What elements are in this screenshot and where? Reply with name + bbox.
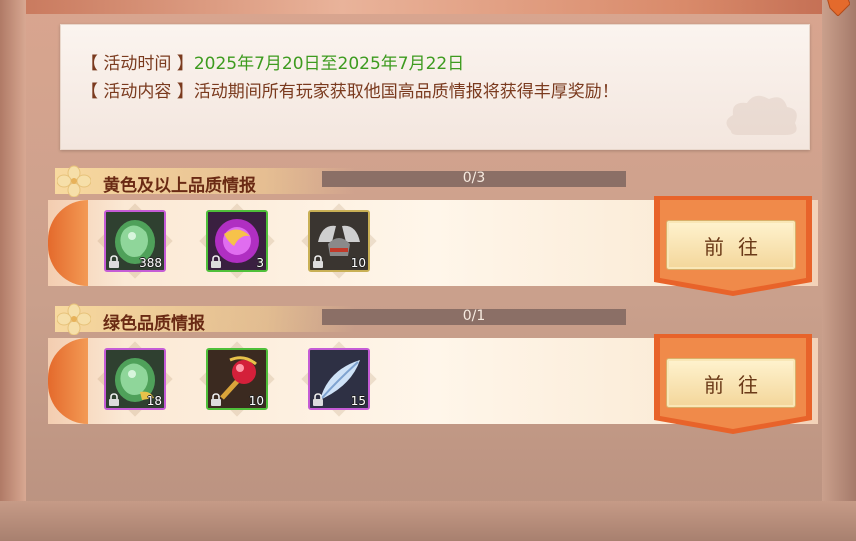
go-button-banner: 前往 [646,196,818,296]
lock-icon [313,255,323,268]
event-time-line: 【 活动时间 】2025年7月20日至2025年7月22日 [81,49,464,74]
section-title-green: 绿色品质情报 [55,303,355,335]
reward-count: 3 [256,256,264,270]
progress-bar: 0/3 [322,170,626,187]
reward-count: 10 [350,256,366,270]
reward-row: 388 3 10 前往 [48,196,818,296]
cloud-decoration-icon [726,95,797,135]
lock-icon [211,393,221,406]
event-content-line: 【 活动内容 】活动期间所有玩家获取他国高品质情报将获得丰厚奖励！ [81,77,619,102]
reward-count: 388 [139,256,162,270]
frame-left [0,0,26,541]
reward-item[interactable]: 15 [301,341,377,417]
section-title-yellow: 黄色及以上品质情报 [55,165,355,197]
progress-bar: 0/1 [322,308,626,325]
go-button[interactable]: 前往 [666,220,796,270]
lock-icon [109,393,119,406]
flower-icon [57,165,91,197]
reward-count: 18 [146,394,162,408]
event-notice-panel: 【 活动时间 】2025年7月20日至2025年7月22日 【 活动内容 】活动… [60,24,810,150]
event-content-value: 活动期间所有玩家获取他国高品质情报将获得丰厚奖励！ [193,82,619,102]
event-time-label: 【 活动时间 】 [81,54,194,74]
reward-count: 10 [248,394,264,408]
event-time-value: 2025年7月20日至2025年7月22日 [193,54,465,74]
frame-bottom [0,501,856,541]
section-title-text: 绿色品质情报 [103,314,205,334]
flower-icon [57,303,91,335]
reward-item[interactable]: 10 [199,341,275,417]
progress-label: 0/3 [462,170,486,186]
reward-row: 18 10 15 前往 [48,334,818,434]
reward-count: 15 [350,394,366,408]
go-button[interactable]: 前往 [666,358,796,408]
reward-item[interactable]: 388 [97,203,173,279]
event-content-label: 【 活动内容 】 [81,82,194,102]
frame-top [0,0,856,14]
reward-item[interactable]: 3 [199,203,275,279]
progress-label: 0/1 [462,308,486,324]
reward-item[interactable]: 18 [97,341,173,417]
frame-right [822,0,856,541]
corner-ornament-icon [827,0,850,16]
lock-icon [313,393,323,406]
lock-icon [211,255,221,268]
go-button-banner: 前往 [646,334,818,434]
reward-item[interactable]: 10 [301,203,377,279]
lock-icon [109,255,119,268]
section-title-text: 黄色及以上品质情报 [103,176,256,196]
